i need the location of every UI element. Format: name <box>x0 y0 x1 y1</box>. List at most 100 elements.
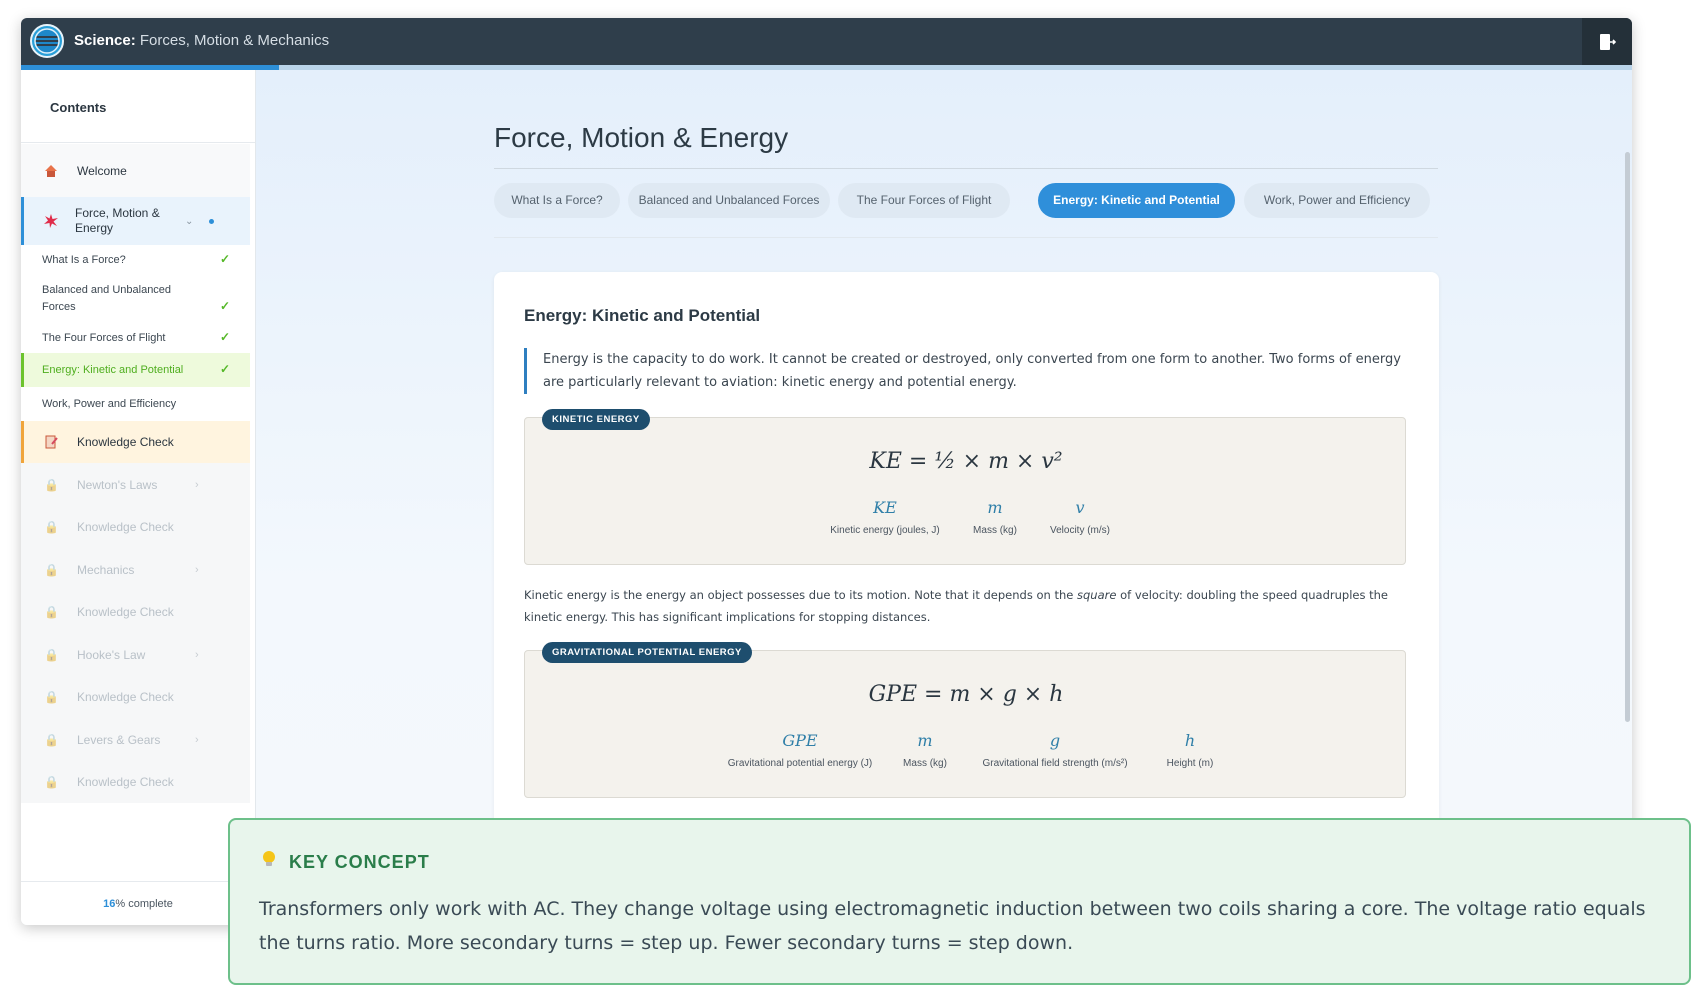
sidebar-subitem-label: Balanced and Unbalanced Forces <box>42 284 172 313</box>
paragraph-text: Kinetic energy is the energy an object p… <box>524 588 1077 602</box>
lock-icon: 🔒 <box>44 605 59 619</box>
contents-sidebar: Contents Welcome Force, Motion & Energy … <box>21 70 256 925</box>
sidebar-item-knowledge-check-locked[interactable]: 🔒 Knowledge Check <box>21 591 250 633</box>
progress-percent: 16 <box>103 898 116 910</box>
chevron-down-icon[interactable]: ⌄ <box>185 216 193 227</box>
sidebar-subitem-label: The Four Forces of Flight <box>42 332 166 344</box>
globe-logo-icon <box>30 24 64 58</box>
sidebar-subitem-label: Work, Power and Efficiency <box>42 398 177 410</box>
sidebar-item-hookes-law[interactable]: 🔒 Hooke's Law › <box>21 633 250 676</box>
intro-quote: Energy is the capacity to do work. It ca… <box>524 348 1409 394</box>
lock-icon: 🔒 <box>44 732 59 747</box>
lock-icon: 🔒 <box>44 690 59 704</box>
collision-burst-icon <box>44 214 58 228</box>
exit-button[interactable] <box>1582 18 1632 65</box>
check-icon: ✓ <box>219 330 230 344</box>
check-icon: ✓ <box>219 252 230 266</box>
formula-variable: m Mass (kg) <box>965 498 1025 536</box>
lock-icon: 🔒 <box>44 775 59 789</box>
sidebar-item-label: Force, Motion & Energy <box>75 206 160 235</box>
chevron-right-icon: › <box>195 733 199 746</box>
tab-balanced-unbalanced[interactable]: Balanced and Unbalanced Forces <box>628 183 830 218</box>
sidebar-item-knowledge-check-locked[interactable]: 🔒 Knowledge Check <box>21 506 250 548</box>
sidebar-item-knowledge-check-locked[interactable]: 🔒 Knowledge Check <box>21 761 250 803</box>
key-concept-title: KEY CONCEPT <box>289 852 430 872</box>
sidebar-item-label: Knowledge Check <box>77 775 174 789</box>
check-icon: ✓ <box>219 362 230 376</box>
course-title: Science: Forces, Motion & Mechanics <box>74 32 329 49</box>
variable-description: Gravitational field strength (m/s²) <box>982 758 1128 769</box>
sidebar-subitem[interactable]: Balanced and Unbalanced Forces ✓ <box>21 275 250 323</box>
divider <box>494 237 1438 238</box>
lightbulb-icon <box>261 850 281 873</box>
kinetic-energy-badge: KINETIC ENERGY <box>542 409 650 430</box>
variable-description: Mass (kg) <box>973 525 1017 536</box>
sidebar-item-knowledge-check-locked[interactable]: 🔒 Knowledge Check <box>21 676 250 718</box>
variable-description: Height (m) <box>1166 758 1214 769</box>
course-name: Forces, Motion & Mechanics <box>139 32 330 49</box>
home-icon <box>44 164 58 178</box>
chevron-right-icon: › <box>195 563 199 576</box>
tab-work-power-efficiency[interactable]: Work, Power and Efficiency <box>1244 183 1430 218</box>
sidebar-item-label: Knowledge Check <box>77 435 174 449</box>
sidebar-item-knowledge-check[interactable]: Knowledge Check <box>21 421 250 463</box>
variable-symbol: m <box>987 498 1003 517</box>
sidebar-subitem[interactable]: Work, Power and Efficiency <box>21 387 250 421</box>
tab-four-forces[interactable]: The Four Forces of Flight <box>838 183 1010 218</box>
kinetic-energy-explanation: Kinetic energy is the energy an object p… <box>524 584 1409 628</box>
sidebar-item-newtons-laws[interactable]: 🔒 Newton's Laws › <box>21 463 250 506</box>
formula-variable: g Gravitational field strength (m/s²) <box>965 731 1145 769</box>
formula-variable: v Velocity (m/s) <box>1035 498 1125 536</box>
exit-door-icon <box>1600 33 1616 50</box>
sidebar-item-mechanics[interactable]: 🔒 Mechanics › <box>21 548 250 591</box>
key-concept-text: Transformers only work with AC. They cha… <box>259 898 1646 954</box>
app-window: Science: Forces, Motion & Mechanics Cont… <box>21 18 1632 925</box>
kinetic-energy-formula-box: KINETIC ENERGY KE = ½ × m × v² KE Kineti… <box>524 409 1406 565</box>
gpe-formula: GPE = m × g × h <box>868 682 1064 707</box>
sidebar-item-force-motion-energy[interactable]: Force, Motion & Energy ⌄ <box>21 197 250 245</box>
sidebar-subitem[interactable]: What Is a Force? ✓ <box>21 245 250 275</box>
gpe-badge: GRAVITATIONAL POTENTIAL ENERGY <box>542 642 752 663</box>
variable-description: Kinetic energy (joules, J) <box>830 525 940 536</box>
gpe-formula-box: GRAVITATIONAL POTENTIAL ENERGY GPE = m ×… <box>524 642 1406 798</box>
sidebar-subitem-current[interactable]: Energy: Kinetic and Potential ✓ <box>21 353 250 387</box>
content-scrollbar[interactable] <box>1625 152 1630 722</box>
tab-energy-kinetic-potential[interactable]: Energy: Kinetic and Potential <box>1038 183 1235 218</box>
memo-icon <box>44 435 58 449</box>
formula-variable: h Height (m) <box>1155 731 1225 769</box>
formula-variable: GPE Gravitational potential energy (J) <box>715 731 885 769</box>
sidebar-subitem[interactable]: The Four Forces of Flight ✓ <box>21 323 250 353</box>
variable-symbol: KE <box>873 498 897 517</box>
lesson-title: Energy: Kinetic and Potential <box>524 306 761 325</box>
lock-icon: 🔒 <box>44 562 59 577</box>
sidebar-item-label: Knowledge Check <box>77 520 174 534</box>
variable-symbol: v <box>1075 498 1085 517</box>
sidebar-item-levers-gears[interactable]: 🔒 Levers & Gears › <box>21 718 250 761</box>
current-dot-icon <box>209 218 214 224</box>
sidebar-item-label: Hooke's Law <box>77 647 146 662</box>
sidebar-subitem-label: What Is a Force? <box>42 254 126 266</box>
sidebar-item-label: Newton's Laws <box>77 477 158 492</box>
main-content: Force, Motion & Energy What Is a Force? … <box>256 70 1632 925</box>
sidebar-item-label: Knowledge Check <box>77 605 174 619</box>
sidebar-item-welcome[interactable]: Welcome <box>21 144 250 197</box>
lock-icon: 🔒 <box>44 647 59 662</box>
kinetic-energy-formula: KE = ½ × m × v² <box>869 449 1063 474</box>
emphasis-text: square <box>1076 588 1117 602</box>
variable-description: Mass (kg) <box>903 758 947 769</box>
variable-symbol: g <box>1049 731 1061 750</box>
divider <box>494 168 1438 169</box>
tab-what-is-a-force[interactable]: What Is a Force? <box>494 183 620 218</box>
variable-symbol: h <box>1184 731 1196 750</box>
check-icon: ✓ <box>219 299 230 313</box>
chevron-right-icon: › <box>195 478 199 491</box>
page-title: Force, Motion & Energy <box>494 122 789 153</box>
key-concept-callout: KEY CONCEPT Transformers only work with … <box>228 818 1691 985</box>
title-bar: Science: Forces, Motion & Mechanics <box>21 18 1632 65</box>
variable-description: Gravitational potential energy (J) <box>727 758 873 769</box>
sidebar-subitem-label: Energy: Kinetic and Potential <box>42 364 184 376</box>
sidebar-item-label: Knowledge Check <box>77 690 174 704</box>
progress-suffix: % complete <box>115 898 173 910</box>
variable-symbol: GPE <box>782 731 818 750</box>
sidebar-item-label: Mechanics <box>77 562 135 577</box>
